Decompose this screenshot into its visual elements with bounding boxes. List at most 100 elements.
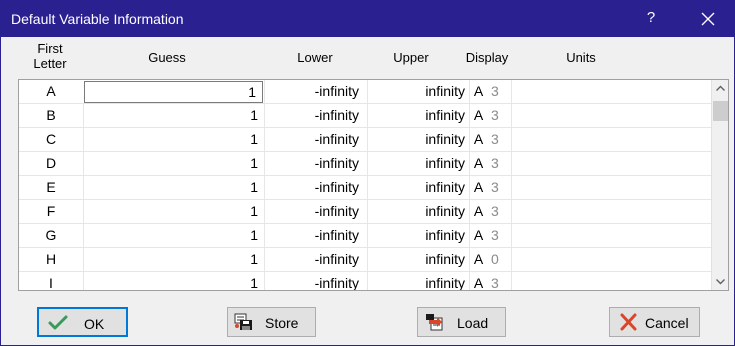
title-bar: Default Variable Information ? [1,1,734,37]
units-cell[interactable] [511,104,711,127]
help-button[interactable]: ? [641,9,661,29]
display-format-cell[interactable]: A [469,200,487,223]
display-digits-cell[interactable]: 3 [487,104,511,127]
cancel-button[interactable]: Cancel [609,307,700,337]
lower-cell[interactable]: -infinity [264,248,367,271]
display-digits-cell[interactable]: 3 [487,272,511,290]
upper-cell[interactable]: infinity [367,80,469,103]
display-digits-cell[interactable]: 3 [487,152,511,175]
units-cell[interactable] [511,176,711,199]
scroll-down-button[interactable] [712,273,728,290]
lower-cell[interactable]: -infinity [264,128,367,151]
cancel-label: Cancel [645,315,689,331]
x-icon [620,313,637,331]
vertical-scrollbar[interactable] [711,80,728,290]
units-cell[interactable] [511,224,711,247]
upper-cell[interactable]: infinity [367,272,469,290]
header-upper: Upper [393,50,429,65]
variable-table[interactable]: A 1 -infinity infinity A 3 B 1 -infinity… [18,79,729,291]
guess-cell[interactable]: 1 [83,128,264,151]
guess-cell[interactable]: 1 [83,272,264,290]
guess-cell[interactable]: 1 [83,152,264,175]
window-title: Default Variable Information [11,11,184,27]
display-format-cell[interactable]: A [469,104,487,127]
first-letter-cell: D [45,155,57,171]
table-row: C 1 -infinity infinity A 3 [19,128,711,152]
table-row: A 1 -infinity infinity A 3 [19,80,711,104]
first-letter-cell: H [45,251,57,267]
lower-cell[interactable]: -infinity [264,152,367,175]
first-letter-cell: I [49,275,53,291]
store-button[interactable]: Store [227,307,316,337]
display-digits-cell[interactable]: 3 [487,200,511,223]
upper-cell[interactable]: infinity [367,104,469,127]
display-format-cell[interactable]: A [469,224,487,247]
lower-cell[interactable]: -infinity [264,272,367,290]
upper-cell[interactable]: infinity [367,152,469,175]
guess-cell[interactable]: 1 [83,176,264,199]
display-format-cell[interactable]: A [469,248,487,271]
lower-cell[interactable]: -infinity [264,80,367,103]
upper-cell[interactable]: infinity [367,176,469,199]
table-row: I 1 -infinity infinity A 3 [19,272,711,291]
display-digits-cell[interactable]: 3 [487,80,511,103]
table-row: H 1 -infinity infinity A 0 [19,248,711,272]
header-guess: Guess [148,50,186,65]
upper-cell[interactable]: infinity [367,224,469,247]
upper-cell[interactable]: infinity [367,200,469,223]
header-first-letter: First Letter [33,41,67,71]
units-cell[interactable] [511,272,711,290]
units-cell[interactable] [511,152,711,175]
header-units: Units [566,50,596,65]
first-letter-cell: E [46,179,56,195]
units-cell[interactable] [511,80,711,103]
display-format-cell[interactable]: A [469,152,487,175]
display-format-cell[interactable]: A [469,80,487,103]
load-label: Load [457,315,489,331]
table-row: F 1 -infinity infinity A 3 [19,200,711,224]
display-digits-cell[interactable]: 3 [487,224,511,247]
upper-cell[interactable]: infinity [367,128,469,151]
table-row: E 1 -infinity infinity A 3 [19,176,711,200]
units-cell[interactable] [511,248,711,271]
table-row: D 1 -infinity infinity A 3 [19,152,711,176]
close-button[interactable] [693,5,723,33]
load-arrow-icon [426,314,443,331]
lower-cell[interactable]: -infinity [264,200,367,223]
display-format-cell[interactable]: A [469,272,487,290]
guess-cell[interactable]: 1 [83,104,264,127]
checkmark-icon [48,315,68,330]
first-letter-cell: F [46,203,56,219]
first-letter-cell: A [46,83,56,99]
scroll-up-button[interactable] [712,80,728,97]
ok-label: OK [84,316,105,332]
lower-cell[interactable]: -infinity [264,224,367,247]
first-letter-cell: C [45,131,57,147]
load-button[interactable]: Load [417,307,506,337]
scroll-thumb[interactable] [713,101,728,121]
display-digits-cell[interactable]: 3 [487,176,511,199]
upper-cell[interactable]: infinity [367,248,469,271]
header-lower: Lower [297,50,333,65]
display-format-cell[interactable]: A [469,176,487,199]
header-display: Display [465,50,509,65]
display-digits-cell[interactable]: 3 [487,128,511,151]
first-letter-cell: G [45,227,57,243]
table-row: G 1 -infinity infinity A 3 [19,224,711,248]
guess-cell[interactable]: 1 [83,200,264,223]
table-row: B 1 -infinity infinity A 3 [19,104,711,128]
chevron-down-icon [716,279,725,285]
display-digits-cell[interactable]: 0 [487,248,511,271]
first-letter-cell: B [46,107,56,123]
ok-button[interactable]: OK [37,307,128,337]
units-cell[interactable] [511,128,711,151]
guess-cell[interactable]: 1 [83,248,264,271]
display-format-cell[interactable]: A [469,128,487,151]
units-cell[interactable] [511,200,711,223]
guess-cell[interactable]: 1 [84,81,263,103]
lower-cell[interactable]: -infinity [264,104,367,127]
column-headers: First Letter Guess Lower Upper Display U… [1,37,734,79]
guess-cell[interactable]: 1 [83,224,264,247]
lower-cell[interactable]: -infinity [264,176,367,199]
floppy-disk-icon [234,313,252,330]
